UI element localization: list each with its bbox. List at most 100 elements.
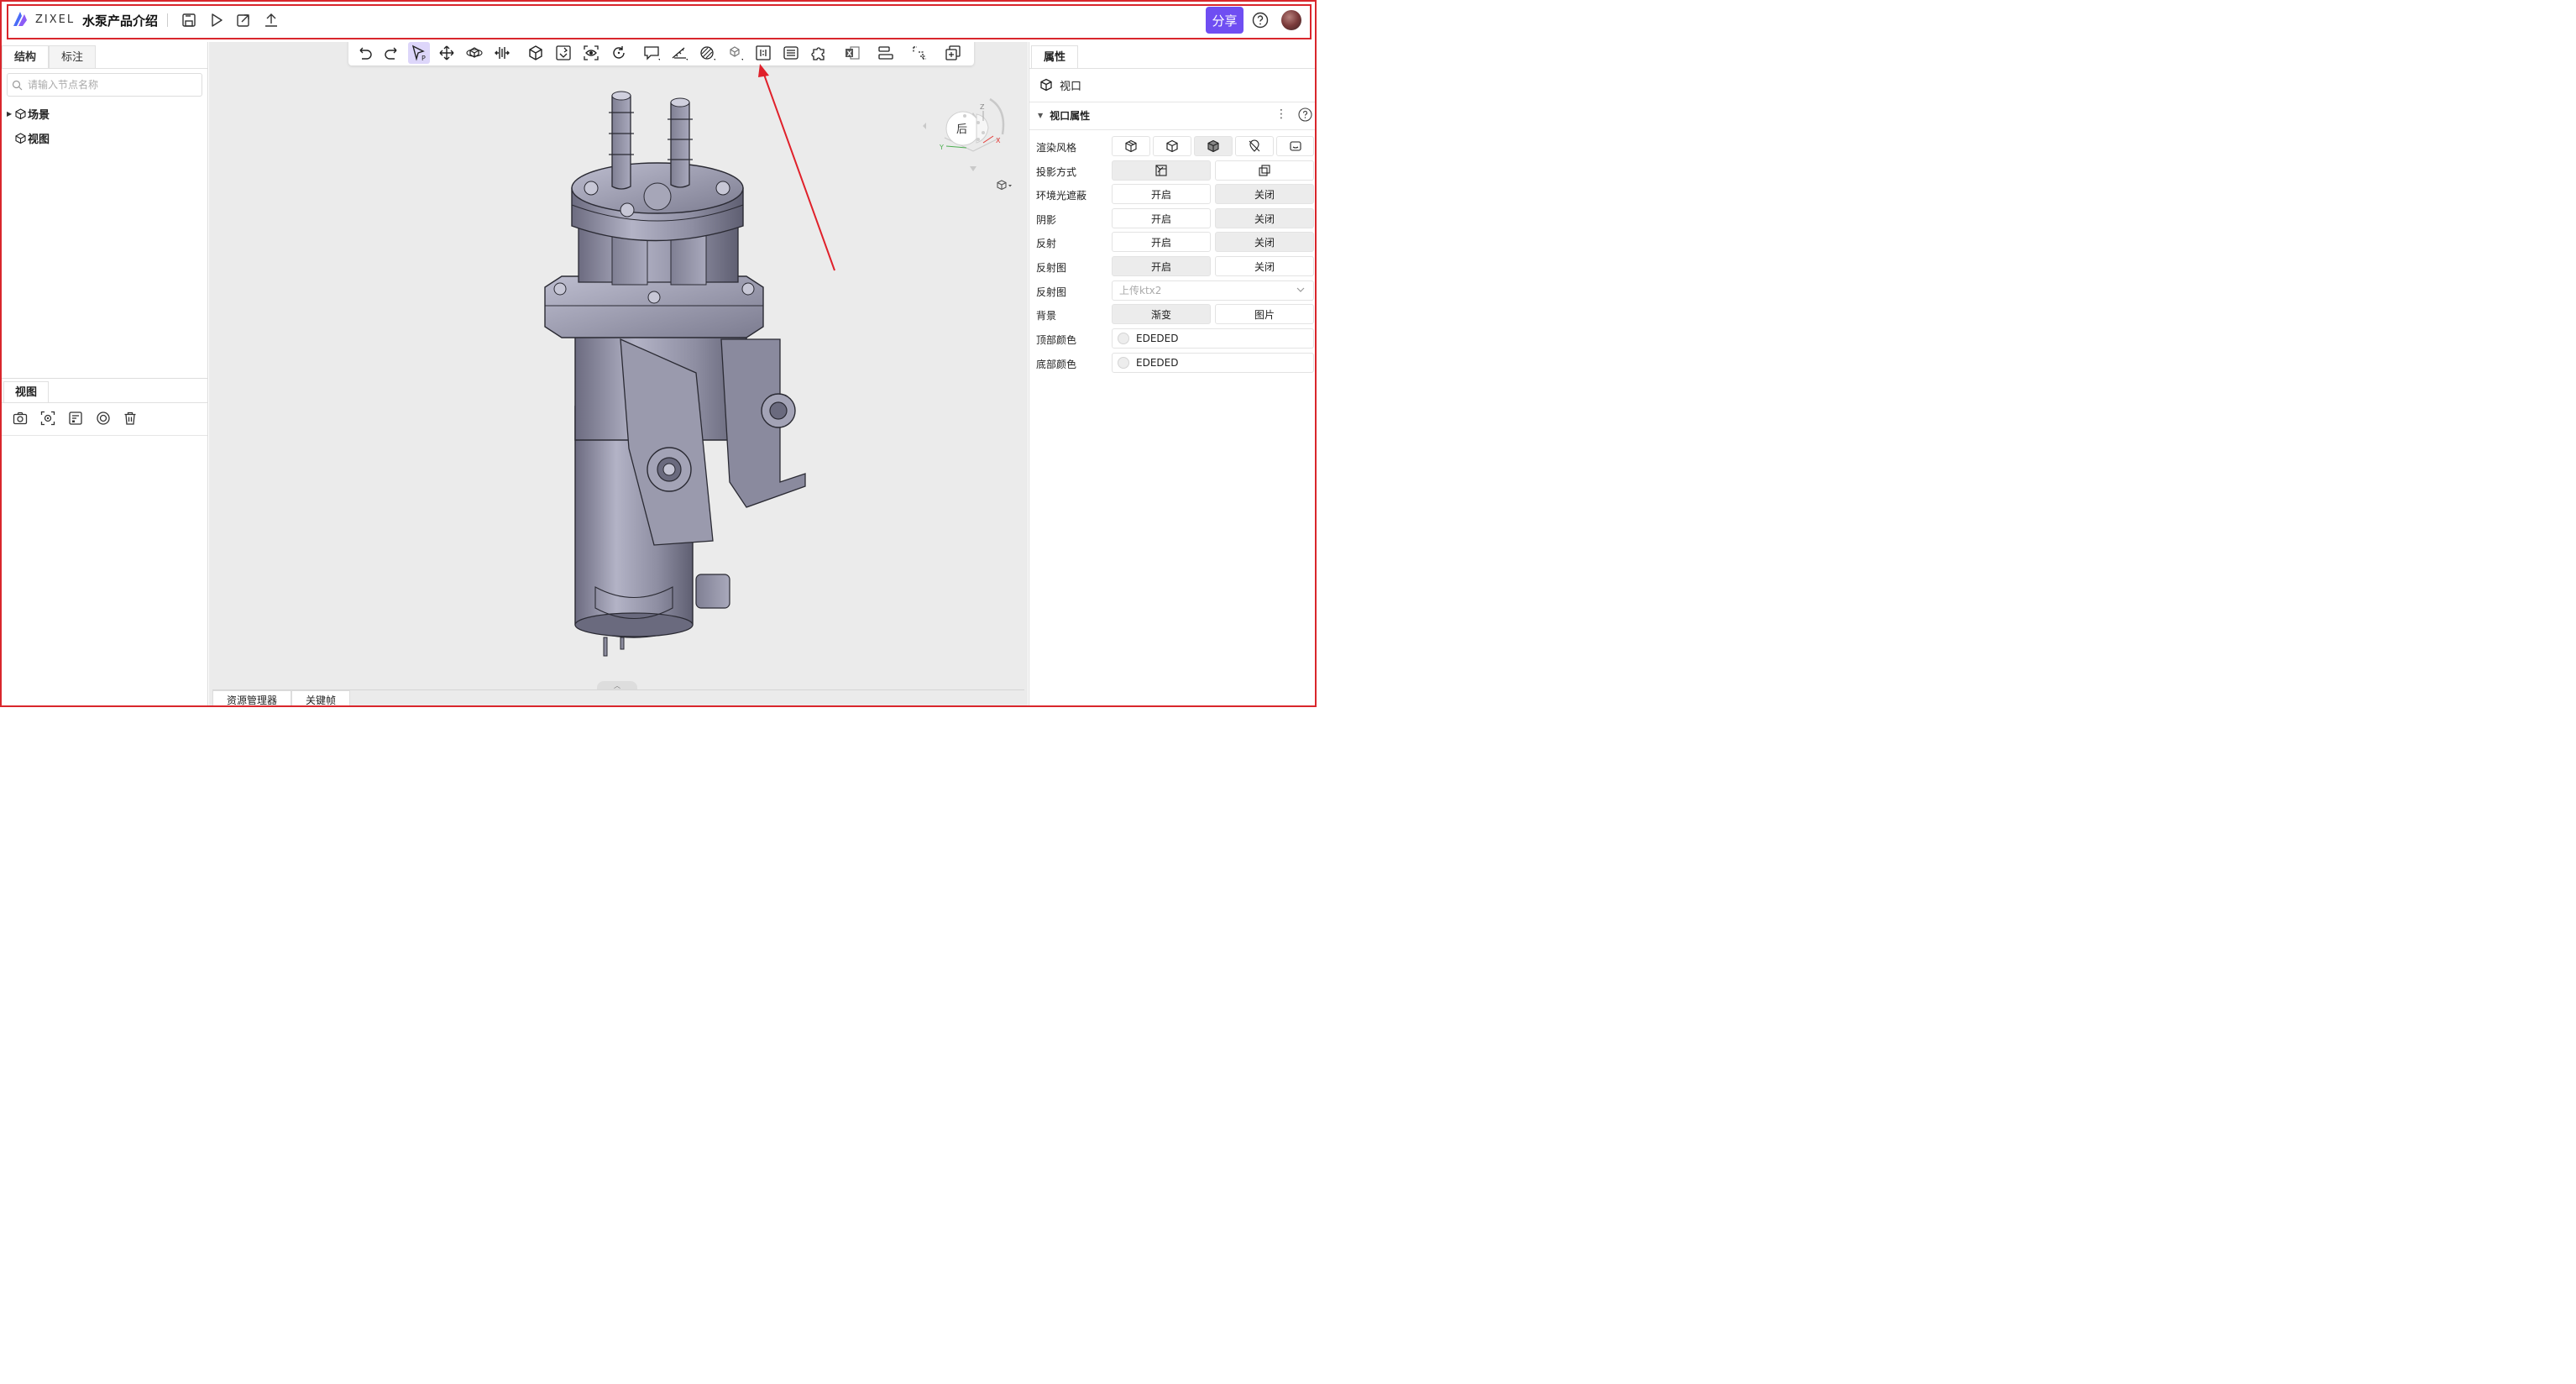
upload-button[interactable] xyxy=(261,10,281,30)
scene-icon xyxy=(15,107,26,119)
user-avatar[interactable] xyxy=(1281,10,1301,30)
bottom-panel-toggle[interactable]: ︿ xyxy=(597,681,637,689)
screen-face-icon xyxy=(1289,141,1301,151)
section-divider xyxy=(1029,129,1315,130)
section-help-icon[interactable] xyxy=(1298,107,1312,122)
projection-orthographic[interactable] xyxy=(1215,160,1314,181)
render-style-solid[interactable] xyxy=(1194,136,1233,156)
left-tabs: 结构 标注 xyxy=(2,45,97,69)
play-icon xyxy=(212,13,223,27)
capture-view-button[interactable] xyxy=(11,409,29,427)
cube-dropdown-icon xyxy=(997,180,1012,191)
shadow-label: 阴影 xyxy=(1036,214,1057,226)
expand-arrow-icon[interactable]: ▶ xyxy=(7,110,15,118)
background-gradient-button[interactable]: 渐变 xyxy=(1112,304,1211,324)
selected-object-header: 视口 xyxy=(1039,77,1082,93)
target-view-button[interactable] xyxy=(94,409,113,427)
reflection-label: 反射 xyxy=(1036,238,1057,249)
share-button[interactable]: 分享 xyxy=(1206,7,1243,34)
reflection-off-button[interactable]: 关闭 xyxy=(1215,232,1314,252)
view-card-icon xyxy=(69,412,82,425)
bottom-tabs: 资源管理器 关键帧 xyxy=(212,690,351,705)
perspective-icon xyxy=(1155,165,1167,176)
reflection-map-off-button[interactable]: 关闭 xyxy=(1215,256,1314,276)
top-header: ZIXEL 水泵产品介绍 分享 xyxy=(2,2,1315,40)
tab-annotation[interactable]: 标注 xyxy=(49,45,97,69)
save-button[interactable] xyxy=(179,10,199,30)
node-search-box[interactable] xyxy=(7,73,202,97)
projection-label: 投影方式 xyxy=(1036,166,1077,178)
chevron-down-icon xyxy=(1296,287,1305,292)
left-panel: 结构 标注 ▶ 场景 视图 视图 xyxy=(2,42,208,705)
focus-view-button[interactable] xyxy=(39,409,57,427)
viewport-properties-section[interactable]: ▼ 视口属性 xyxy=(1038,108,1090,123)
reflection-map-file-label: 反射图 xyxy=(1036,286,1067,298)
camera-icon xyxy=(13,412,28,425)
top-color-label: 顶部颜色 xyxy=(1036,334,1077,346)
render-style-shaded[interactable] xyxy=(1153,136,1191,156)
more-options-icon[interactable]: ⋮ xyxy=(1275,107,1287,123)
cube-solid-icon xyxy=(1207,139,1219,153)
reflection-map-label: 反射图 xyxy=(1036,262,1067,274)
background-image-button[interactable]: 图片 xyxy=(1215,304,1314,324)
upload-icon xyxy=(265,13,277,27)
shadow-on-button[interactable]: 开启 xyxy=(1112,208,1211,228)
play-button[interactable] xyxy=(207,10,227,30)
bottom-color-field[interactable]: EDEDED xyxy=(1112,353,1314,373)
delete-view-button[interactable] xyxy=(121,409,139,427)
export-button[interactable] xyxy=(233,10,254,30)
search-icon xyxy=(12,80,23,91)
tab-views[interactable]: 视图 xyxy=(3,381,50,403)
cube-shaded-edges-icon xyxy=(1125,139,1137,153)
reflection-map-on-button[interactable]: 开启 xyxy=(1112,256,1211,276)
tab-keyframes[interactable]: 关键帧 xyxy=(291,690,351,705)
tree-item-scene[interactable]: ▶ 场景 xyxy=(7,105,50,122)
view-section-divider xyxy=(2,378,207,379)
top-color-value: EDEDED xyxy=(1136,333,1179,344)
bottom-color-label: 底部颜色 xyxy=(1036,359,1077,370)
tree-item-label: 视图 xyxy=(28,133,50,146)
view-node-icon xyxy=(15,132,26,144)
projection-perspective[interactable] xyxy=(1112,160,1211,181)
collapse-caret-icon: ▼ xyxy=(1038,112,1044,119)
view-cube[interactable]: 后 Z Y X xyxy=(923,84,1024,185)
view-mode-dropdown[interactable] xyxy=(996,179,1016,192)
view-list-button[interactable] xyxy=(66,409,85,427)
render-style-custom[interactable] xyxy=(1276,136,1314,156)
tab-asset-manager[interactable]: 资源管理器 xyxy=(212,690,292,705)
shadow-off-button[interactable]: 关闭 xyxy=(1215,208,1314,228)
tab-properties[interactable]: 属性 xyxy=(1031,45,1079,69)
bottom-color-swatch[interactable] xyxy=(1118,357,1129,369)
header-divider xyxy=(167,13,168,27)
tree-item-view[interactable]: 视图 xyxy=(7,129,50,146)
reflection-on-button[interactable]: 开启 xyxy=(1112,232,1211,252)
ao-on-button[interactable]: 开启 xyxy=(1112,184,1211,204)
tab-structure[interactable]: 结构 xyxy=(2,45,50,69)
selected-object-label: 视口 xyxy=(1060,80,1082,93)
top-color-field[interactable]: EDEDED xyxy=(1112,328,1314,349)
viewport-cube-icon xyxy=(1040,78,1052,92)
top-color-swatch[interactable] xyxy=(1118,333,1129,344)
3d-viewport[interactable]: P X 后 Z Y X ︿ 资源管理器 关键帧 xyxy=(209,42,1028,705)
node-search-input[interactable] xyxy=(28,76,196,93)
render-style-label: 渲染风格 xyxy=(1036,142,1077,154)
render-style-shaded-edges[interactable] xyxy=(1112,136,1150,156)
upload-placeholder: 上传ktx2 xyxy=(1119,285,1162,296)
focus-camera-icon xyxy=(40,411,55,426)
background-label: 背景 xyxy=(1036,310,1057,322)
chevron-up-icon: ︿ xyxy=(614,681,620,689)
ao-off-button[interactable]: 关闭 xyxy=(1215,184,1314,204)
ambient-occlusion-label: 环境光遮蔽 xyxy=(1036,190,1087,202)
help-icon[interactable] xyxy=(1251,11,1270,29)
bottom-color-value: EDEDED xyxy=(1136,357,1179,369)
render-style-hidden[interactable] xyxy=(1235,136,1274,156)
tabs-divider xyxy=(2,68,207,69)
export-icon xyxy=(237,14,249,27)
zixel-logo-icon xyxy=(13,12,27,26)
annotation-arrow xyxy=(758,64,835,271)
hide-icon xyxy=(1249,139,1260,152)
app-window: ZIXEL 水泵产品介绍 分享 结构 标注 ▶ xyxy=(0,0,1317,707)
axis-y-label: Y xyxy=(939,144,944,151)
reflection-map-upload-select[interactable]: 上传ktx2 xyxy=(1112,280,1314,301)
viewcube-face-label: 后 xyxy=(956,123,967,136)
